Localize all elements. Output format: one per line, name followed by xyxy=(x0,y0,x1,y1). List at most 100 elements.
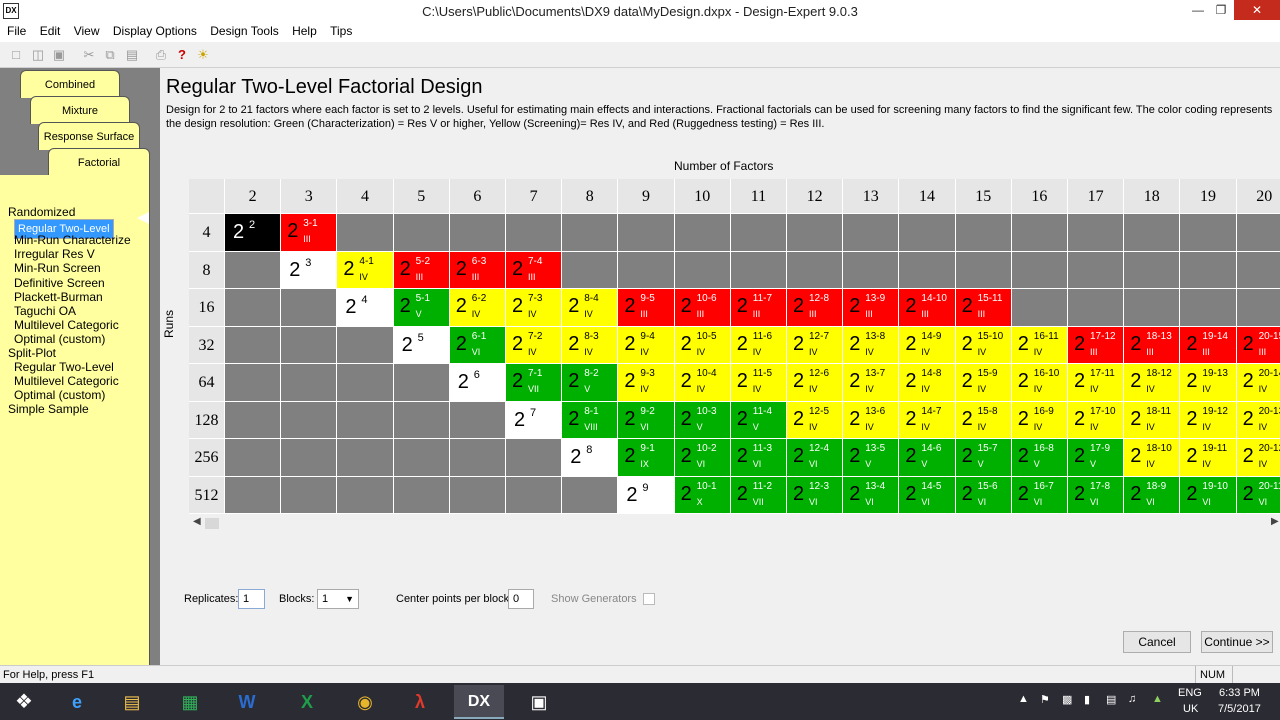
clock-time[interactable]: 6:33 PM xyxy=(1219,687,1260,699)
chrome-icon[interactable]: ◉ xyxy=(340,685,390,719)
design-cell[interactable]: 2 9-2 VI xyxy=(618,401,675,439)
update-icon[interactable]: ▲ xyxy=(1152,693,1163,705)
design-cell[interactable]: 2 12-6 IV xyxy=(787,364,844,402)
save-icon[interactable]: ▣ xyxy=(51,47,67,63)
design-cell[interactable]: 2 20-15 III xyxy=(1236,326,1280,364)
excel-icon[interactable]: X xyxy=(282,685,332,719)
continue-button[interactable]: Continue >> xyxy=(1201,631,1273,653)
design-cell[interactable]: 2 9-3 IV xyxy=(618,364,675,402)
design-cell[interactable]: 23 xyxy=(281,251,338,289)
clock-date[interactable]: 7/5/2017 xyxy=(1218,703,1261,715)
tree-item-optimal-custom[interactable]: Optimal (custom) xyxy=(14,388,105,402)
tree-item-irregular-res-v[interactable]: Irregular Res V xyxy=(14,247,95,261)
design-cell[interactable]: 2 9-1 IX xyxy=(618,439,675,477)
language-bottom[interactable]: UK xyxy=(1183,703,1198,715)
design-cell[interactable]: 2 11-3 VI xyxy=(730,439,787,477)
design-cell[interactable]: 2 17-10 IV xyxy=(1068,401,1125,439)
design-cell[interactable]: 2 8-4 IV xyxy=(562,289,619,327)
show-generators-checkbox[interactable] xyxy=(643,593,655,605)
design-cell[interactable]: 24 xyxy=(337,289,394,327)
design-cell[interactable]: 2 20-12 IV xyxy=(1236,439,1280,477)
design-cell[interactable]: 2 7-1 VII xyxy=(506,364,563,402)
design-cell[interactable]: 2 15-7 V xyxy=(955,439,1012,477)
menu-display-options[interactable]: Display Options xyxy=(108,22,202,40)
design-cell[interactable]: 2 12-7 IV xyxy=(787,326,844,364)
volume-icon[interactable]: ♫ xyxy=(1128,693,1136,705)
design-cell[interactable]: 2 12-3 VI xyxy=(787,476,844,514)
battery-icon[interactable]: ▮ xyxy=(1084,693,1090,706)
tree-item-regular-two-level[interactable]: Regular Two-Level xyxy=(14,360,114,374)
tree-item-optimal-custom[interactable]: Optimal (custom) xyxy=(14,332,105,346)
design-cell[interactable]: 2 16-11 IV xyxy=(1011,326,1068,364)
tab-response-surface[interactable]: Response Surface xyxy=(38,122,140,150)
design-cell[interactable]: 2 10-6 III xyxy=(674,289,731,327)
design-cell[interactable]: 2 7-4 III xyxy=(506,251,563,289)
cancel-button[interactable]: Cancel xyxy=(1123,631,1191,653)
help-icon[interactable]: ? xyxy=(174,47,190,63)
design-cell[interactable]: 2 9-4 IV xyxy=(618,326,675,364)
design-cell[interactable]: 2 14-5 VI xyxy=(899,476,956,514)
tab-mixture[interactable]: Mixture xyxy=(30,96,130,124)
tray-expand-icon[interactable]: ▲ xyxy=(1018,693,1029,705)
design-cell[interactable]: 2 16-9 IV xyxy=(1011,401,1068,439)
language-top[interactable]: ENG xyxy=(1178,687,1202,699)
design-cell[interactable]: 26 xyxy=(449,364,506,402)
print-icon[interactable]: ⎙ xyxy=(153,47,169,63)
horizontal-scrollbar[interactable]: ◀ ▶ xyxy=(189,516,1280,530)
scroll-right-icon[interactable]: ▶ xyxy=(1271,516,1279,527)
acrobat-icon[interactable]: λ xyxy=(395,685,445,719)
design-cell[interactable]: 2 15-10 IV xyxy=(955,326,1012,364)
replicates-field[interactable]: 1 xyxy=(238,589,265,609)
design-cell[interactable]: 2 16-8 V xyxy=(1011,439,1068,477)
design-cell[interactable]: 2 14-8 IV xyxy=(899,364,956,402)
design-cell[interactable]: 2 6-3 III xyxy=(449,251,506,289)
close-icon[interactable]: ✕ xyxy=(1234,0,1280,20)
design-cell[interactable]: 2 17-12 III xyxy=(1068,326,1125,364)
design-cell[interactable]: 2 13-8 IV xyxy=(843,326,900,364)
design-cell[interactable]: 2 11-7 III xyxy=(730,289,787,327)
new-icon[interactable]: □ xyxy=(8,47,24,63)
tip-bulb-icon[interactable]: ☀ xyxy=(195,47,211,63)
design-cell[interactable]: 2 8-1 VIII xyxy=(562,401,619,439)
design-cell[interactable]: 2 6-1 VI xyxy=(449,326,506,364)
tab-factorial[interactable]: Factorial xyxy=(48,148,150,176)
design-cell[interactable]: 25 xyxy=(393,326,450,364)
design-cell[interactable]: 2 8-3 IV xyxy=(562,326,619,364)
design-cell[interactable]: 2 9-5 III xyxy=(618,289,675,327)
design-cell[interactable]: 2 12-5 IV xyxy=(787,401,844,439)
paste-icon[interactable]: ▤ xyxy=(124,47,140,63)
design-cell[interactable]: 2 10-1 X xyxy=(674,476,731,514)
design-cell[interactable]: 2 17-8 VI xyxy=(1068,476,1125,514)
design-cell[interactable]: 2 18-9 VI xyxy=(1124,476,1181,514)
design-cell[interactable]: 2 10-2 VI xyxy=(674,439,731,477)
design-cell[interactable]: 2 15-6 VI xyxy=(955,476,1012,514)
design-cell[interactable]: 2 15-8 IV xyxy=(955,401,1012,439)
tree-item-plackett-burman[interactable]: Plackett-Burman xyxy=(14,290,103,304)
menu-file[interactable]: File xyxy=(2,22,31,40)
design-cell[interactable]: 28 xyxy=(562,439,619,477)
cut-icon[interactable]: ✂ xyxy=(81,47,97,63)
design-cell[interactable]: 2 10-3 V xyxy=(674,401,731,439)
tree-item-split-plot[interactable]: Split-Plot xyxy=(8,346,56,360)
word-icon[interactable]: W xyxy=(222,685,272,719)
monitor-icon[interactable]: ▤ xyxy=(1106,693,1116,706)
design-cell[interactable]: 2 16-7 VI xyxy=(1011,476,1068,514)
copy-icon[interactable]: ⧉ xyxy=(102,47,118,63)
tree-item-multilevel-categoric[interactable]: Multilevel Categoric xyxy=(14,374,119,388)
design-cell[interactable]: 2 13-4 VI xyxy=(843,476,900,514)
design-cell[interactable]: 2 16-10 IV xyxy=(1011,364,1068,402)
design-cell[interactable]: 2 14-10 III xyxy=(899,289,956,327)
center-points-field[interactable]: 0 xyxy=(508,589,534,609)
design-cell[interactable]: 2 20-11 VI xyxy=(1236,476,1280,514)
design-cell[interactable]: 2 13-6 IV xyxy=(843,401,900,439)
menu-design-tools[interactable]: Design Tools xyxy=(205,22,283,40)
menu-help[interactable]: Help xyxy=(287,22,322,40)
ie-icon[interactable]: e xyxy=(52,685,102,719)
design-cell[interactable]: 2 14-6 V xyxy=(899,439,956,477)
design-cell[interactable]: 2 14-7 IV xyxy=(899,401,956,439)
design-cell[interactable]: 2 19-10 VI xyxy=(1180,476,1237,514)
design-cell[interactable]: 2 11-2 VII xyxy=(730,476,787,514)
design-cell[interactable]: 2 18-10 IV xyxy=(1124,439,1181,477)
menu-tips[interactable]: Tips xyxy=(325,22,357,40)
tree-item-definitive-screen[interactable]: Definitive Screen xyxy=(14,276,105,290)
